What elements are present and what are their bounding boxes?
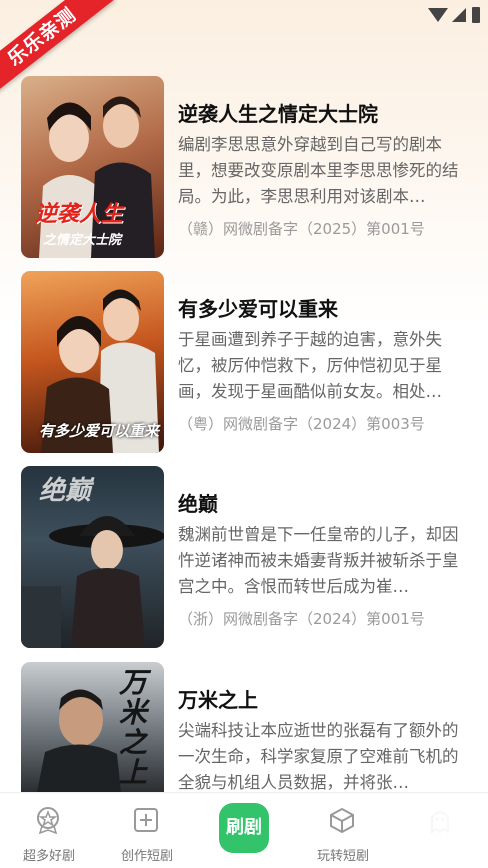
tab-label: 玩转短剧 [316,849,369,864]
tab-play-dramas[interactable]: 玩转短剧 [294,793,392,868]
tab-label: 超多好剧 [22,849,75,864]
tab-good-dramas[interactable]: 超多好剧 [0,793,98,868]
tab-label: 创作短剧 [120,849,173,864]
drama-description: 于星画遭到养子于越的迫害，意外失忆，被厉仲恺救下，厉仲恺初见于星画，发现于星画酷… [178,330,442,401]
drama-title[interactable]: 绝巅 [178,488,218,517]
drama-poster[interactable]: 有多少爱可以重来 [21,271,164,453]
poster-subtitle: 之情定大士院 [43,233,122,248]
wifi-icon [428,8,448,22]
drama-registration: （粤）网微剧备字（2024）第003号 [178,415,425,433]
drama-poster[interactable]: 绝巅 [21,466,164,648]
drama-description: 魏渊前世曾是下一任皇帝的儿子，却因忤逆诸神而被未婚妻背叛并被斩杀于皇宫之中。含恨… [178,525,459,596]
status-bar [288,0,488,30]
drama-registration: （浙）网微剧备字（2024）第001号 [178,610,425,628]
drama-description: 尖端科技让本应逝世的张磊有了额外的一次生命，科学家复原了空难前飞机的全貌与机组人… [178,721,459,792]
drama-registration: （赣）网微剧备字（2025）第001号 [178,220,425,238]
drama-poster[interactable]: 万米之上 [21,662,164,792]
star-badge-icon [37,807,59,834]
cube-icon [330,807,354,834]
add-square-icon [134,808,158,832]
drama-item[interactable]: 绝巅 绝巅 魏渊前世曾是下一任皇帝的儿子，却因忤逆诸神而被未婚妻背叛并被斩杀于皇… [0,466,488,650]
drama-title[interactable]: 有多少爱可以重来 [178,293,338,322]
drama-poster[interactable]: 逆袭人生 之情定大士院 [21,76,164,258]
drama-description: 编剧李思思意外穿越到自己写的剧本里，想要改变原剧本里李思思惨死的结局。为此，李思… [178,135,459,206]
poster-title: 绝巅 [39,476,92,506]
poster-title: 逆袭人生 [35,201,124,227]
poster-title: 万米之上 [119,666,148,789]
drama-title[interactable]: 万米之上 [178,684,258,713]
drama-item[interactable]: 有多少爱可以重来 有多少爱可以重来 于星画遭到养子于越的迫害，意外失忆，被厉仲恺… [0,271,488,455]
drama-item[interactable]: 逆袭人生 之情定大士院 逆袭人生之情定大士院 编剧李思思意外穿越到自己写的剧本里… [0,76,488,260]
blur-overlay [380,795,488,867]
signal-icon [452,8,466,22]
battery-icon [472,7,480,23]
poster-title: 有多少爱可以重来 [39,422,160,440]
drama-title[interactable]: 逆袭人生之情定大士院 [178,98,378,127]
play-center-button[interactable]: 刷剧 [219,803,269,853]
tab-watch[interactable]: 刷剧 [196,793,294,868]
tab-create-dramas[interactable]: 创作短剧 [98,793,196,868]
